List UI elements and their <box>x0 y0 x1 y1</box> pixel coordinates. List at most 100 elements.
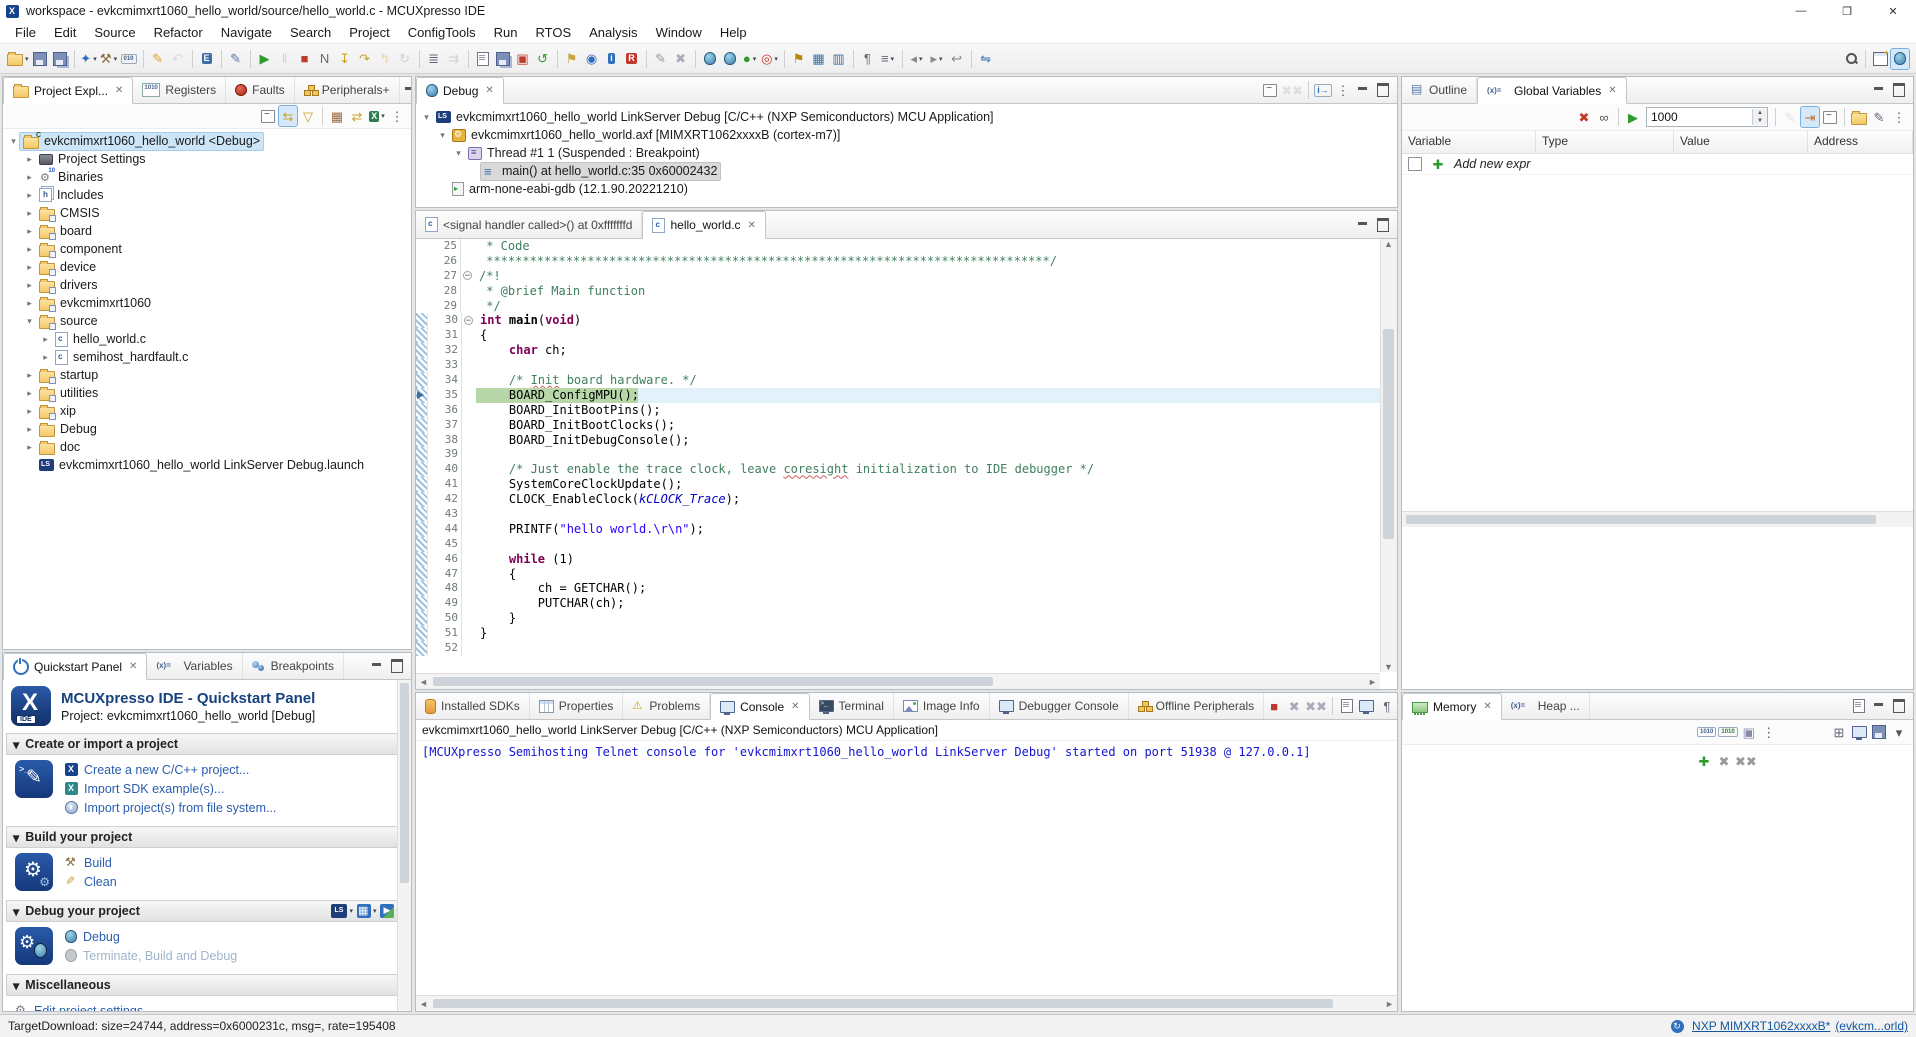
menu-analysis[interactable]: Analysis <box>580 23 646 42</box>
fold-margin[interactable]: − <box>461 313 476 328</box>
link-renderings-icon[interactable] <box>1850 722 1868 742</box>
tab-registers[interactable]: Registers <box>133 77 226 103</box>
tree-item-evkcmimxrt1060[interactable]: ▸evkcmimxrt1060 <box>3 294 411 312</box>
tree-item-component[interactable]: ▸component <box>3 240 411 258</box>
tab-image-info[interactable]: Image Info <box>894 693 990 719</box>
edit-expression-icon[interactable]: ✎ <box>1781 107 1799 127</box>
fold-margin[interactable] <box>461 626 476 641</box>
code-line-27[interactable]: 27−/*! <box>416 269 1380 284</box>
line-number[interactable]: 39 <box>428 447 461 462</box>
fold-margin[interactable]: − <box>460 269 475 284</box>
clean-icon[interactable]: ✎ <box>149 49 167 69</box>
maximize-view-icon[interactable] <box>1890 696 1908 716</box>
breakpoint-margin[interactable] <box>416 567 428 582</box>
tab-debug[interactable]: Debug✕ <box>416 77 504 104</box>
tab-breakpoints[interactable]: Breakpoints <box>243 653 344 679</box>
fold-margin[interactable] <box>461 522 476 537</box>
menu-edit[interactable]: Edit <box>45 23 85 42</box>
tree-item-device[interactable]: ▸device <box>3 258 411 276</box>
breakpoint-margin[interactable] <box>416 596 428 611</box>
layout-grid-icon[interactable]: ⊞ <box>1830 722 1848 742</box>
rtos-red-icon[interactable]: R <box>623 49 641 69</box>
tree-item-drivers[interactable]: ▸drivers <box>3 276 411 294</box>
line-number[interactable]: 28 <box>427 284 460 299</box>
line-number[interactable]: 44 <box>428 522 461 537</box>
filter-icon[interactable]: ▽ <box>299 106 317 126</box>
fold-margin[interactable] <box>460 284 475 299</box>
code-line-39[interactable]: 39 <box>416 447 1380 462</box>
line-number[interactable]: 36 <box>428 403 461 418</box>
code-line-48[interactable]: 48 ch = GETCHAR(); <box>416 581 1380 596</box>
tab-offline-peripherals[interactable]: Offline Peripherals <box>1129 693 1265 719</box>
code-text[interactable]: /*! <box>475 269 1380 284</box>
show-full-paths-icon[interactable]: i→ <box>1314 80 1332 100</box>
menu-project[interactable]: Project <box>340 23 398 42</box>
code-text[interactable] <box>476 507 1380 522</box>
fold-collapse-icon[interactable]: − <box>464 316 473 325</box>
line-number[interactable]: 29 <box>427 299 460 314</box>
maximize-view-icon[interactable] <box>1890 80 1908 100</box>
tab-console[interactable]: Console✕ <box>710 693 809 720</box>
code-line-32[interactable]: 32 char ch; <box>416 343 1380 358</box>
expander-icon[interactable]: ▸ <box>23 262 36 273</box>
search-files-icon[interactable]: ⚑ <box>790 49 808 69</box>
code-text[interactable]: */ <box>475 299 1380 314</box>
fold-margin[interactable] <box>461 552 476 567</box>
line-number[interactable]: 45 <box>428 537 461 552</box>
code-line-49[interactable]: 49 PUTCHAR(ch); <box>416 596 1380 611</box>
collapse-all-icon[interactable] <box>1261 80 1279 100</box>
code-text[interactable]: while (1) <box>476 552 1380 567</box>
add-expression-row[interactable]: ✚Add new expr <box>1402 154 1913 175</box>
open-perspective-icon[interactable] <box>1871 49 1889 69</box>
save-icon[interactable] <box>31 49 49 69</box>
menu-search[interactable]: Search <box>281 23 340 42</box>
fold-margin[interactable] <box>461 537 476 552</box>
tab-outline[interactable]: Outline <box>1402 77 1477 103</box>
remove-expression-icon[interactable]: ✖ <box>1575 107 1593 127</box>
close-tab-icon[interactable]: ✕ <box>1483 701 1491 712</box>
scroll-left-arrow[interactable]: ◄ <box>416 999 431 1009</box>
line-number[interactable]: 33 <box>428 358 461 373</box>
expander-icon[interactable]: ▸ <box>23 208 36 219</box>
menu-window[interactable]: Window <box>647 23 711 42</box>
breakpoint-margin[interactable] <box>416 403 428 418</box>
fold-margin[interactable] <box>461 403 476 418</box>
menu-refactor[interactable]: Refactor <box>145 23 212 42</box>
scroll-up-arrow[interactable]: ▲ <box>1381 239 1396 249</box>
expander-icon[interactable]: ▸ <box>23 190 36 201</box>
expander-icon[interactable]: ▸ <box>23 370 36 381</box>
menu-rtos[interactable]: RTOS <box>526 23 580 42</box>
pencil-blue-icon[interactable]: ✎ <box>227 49 245 69</box>
tree-item-project-settings[interactable]: ▸Project Settings <box>3 150 411 168</box>
remove-memory-monitor-icon[interactable]: ✖ <box>1715 751 1733 771</box>
expander-icon[interactable]: ▸ <box>23 226 36 237</box>
section-collapse-icon[interactable]: ▾ <box>13 830 19 845</box>
debug-perspective-icon[interactable] <box>1891 49 1909 69</box>
link-clean[interactable]: Clean <box>65 872 117 891</box>
forward-nav-icon[interactable]: ▸▾ <box>928 49 946 69</box>
code-text[interactable]: char ch; <box>476 343 1380 358</box>
expander-icon[interactable]: ▸ <box>23 280 36 291</box>
line-number[interactable]: 27 <box>427 269 460 284</box>
search-icon[interactable] <box>1842 49 1860 69</box>
line-number[interactable]: 42 <box>428 492 461 507</box>
save-all-icon[interactable] <box>51 49 69 69</box>
scroll-lock-icon[interactable] <box>1358 696 1376 716</box>
code-line-50[interactable]: 50 } <box>416 611 1380 626</box>
tree-item-thread-1-1-suspended-break[interactable]: ▾Thread #1 1 (Suspended : Breakpoint) <box>416 144 1397 162</box>
resume-icon[interactable]: ▶ <box>256 49 274 69</box>
tree-item-doc[interactable]: ▸doc <box>3 438 411 456</box>
open-type-icon[interactable]: ⚑ <box>563 49 581 69</box>
line-number[interactable]: 26 <box>427 254 460 269</box>
line-number[interactable]: 31 <box>428 328 461 343</box>
fold-margin[interactable] <box>460 254 475 269</box>
menu-run[interactable]: Run <box>485 23 527 42</box>
code-line-46[interactable]: 46 while (1) <box>416 552 1380 567</box>
tree-item-xip[interactable]: ▸xip <box>3 402 411 420</box>
attach-select-icon[interactable]: ▾ <box>357 901 377 921</box>
column-header-type[interactable]: Type <box>1536 131 1674 153</box>
world-icon[interactable]: ◉ <box>583 49 601 69</box>
tab-problems[interactable]: Problems <box>623 693 710 719</box>
refresh-run-icon[interactable]: ▶ <box>1624 107 1642 127</box>
code-line-51[interactable]: 51} <box>416 626 1380 641</box>
